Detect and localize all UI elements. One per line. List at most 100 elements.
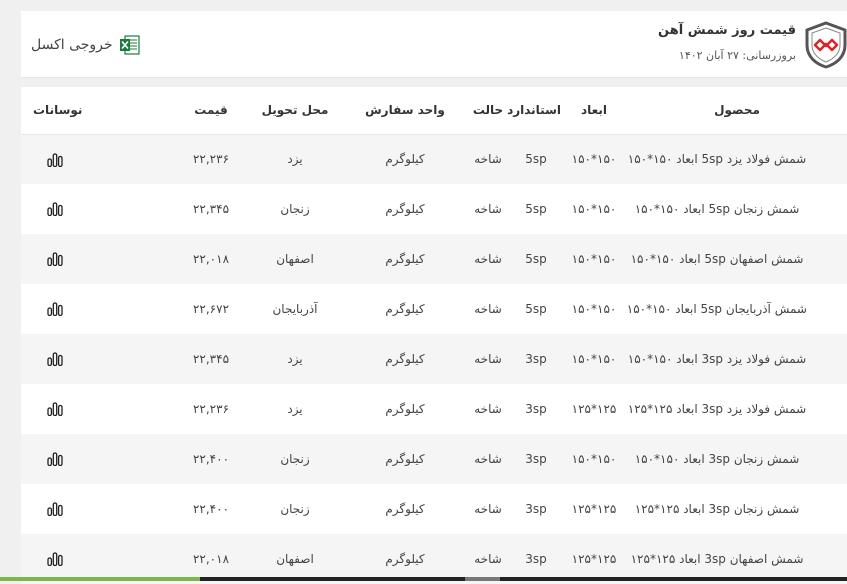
page: قیمت روز شمش آهن بروزرسانی: ۲۷ آبان ۱۴۰۲… xyxy=(0,0,847,584)
cell-state: شاخه xyxy=(465,134,511,184)
bar-chart-icon[interactable] xyxy=(47,352,63,367)
bar-chart-icon[interactable] xyxy=(47,202,63,217)
cell-product: شمش فولاد یزد 3sp ابعاد ۱۲۵*۱۲۵ xyxy=(627,384,847,434)
column-header-delivery[interactable]: محل تحویل xyxy=(245,87,345,135)
page-title: قیمت روز شمش آهن xyxy=(658,23,796,38)
table-header-row: محصول ابعاد استاندارد حالت واحد سفارش مح… xyxy=(21,87,847,135)
cell-dimensions: ۱۵۰*۱۵۰ xyxy=(561,134,627,184)
cell-price: ۲۲,۶۷۲ xyxy=(177,284,245,334)
cell-unit: کیلوگرم xyxy=(345,184,465,234)
cell-unit: کیلوگرم xyxy=(345,284,465,334)
cell-state: شاخه xyxy=(465,384,511,434)
table-row[interactable]: شمش آذربایجان 5sp ابعاد ۱۵۰*۱۵۰ ۱۵۰*۱۵۰ … xyxy=(21,284,847,334)
price-table: محصول ابعاد استاندارد حالت واحد سفارش مح… xyxy=(21,87,847,584)
cell-fluctuation[interactable] xyxy=(21,384,177,434)
cell-state: شاخه xyxy=(465,234,511,284)
cell-delivery: یزد xyxy=(245,134,345,184)
cell-standard: 3sp xyxy=(511,434,561,484)
column-header-unit[interactable]: واحد سفارش xyxy=(345,87,465,135)
column-header-state[interactable]: حالت xyxy=(465,87,511,135)
cell-price: ۲۲,۴۰۰ xyxy=(177,484,245,534)
bar-chart-icon[interactable] xyxy=(47,252,63,267)
cell-state: شاخه xyxy=(465,184,511,234)
cell-standard: 5sp xyxy=(511,284,561,334)
cell-fluctuation[interactable] xyxy=(21,284,177,334)
cell-product: شمش فولاد یزد 5sp ابعاد ۱۵۰*۱۵۰ xyxy=(627,134,847,184)
cell-standard: 3sp xyxy=(511,334,561,384)
cell-standard: 5sp xyxy=(511,234,561,284)
cell-product: شمش زنجان 5sp ابعاد ۱۵۰*۱۵۰ xyxy=(627,184,847,234)
cell-dimensions: ۱۵۰*۱۵۰ xyxy=(561,434,627,484)
cell-product: شمش زنجان 3sp ابعاد ۱۵۰*۱۵۰ xyxy=(627,434,847,484)
cell-dimensions: ۱۵۰*۱۵۰ xyxy=(561,184,627,234)
cell-fluctuation[interactable] xyxy=(21,234,177,284)
table-row[interactable]: شمش فولاد یزد 3sp ابعاد ۱۲۵*۱۲۵ ۱۲۵*۱۲۵ … xyxy=(21,384,847,434)
bar-chart-icon[interactable] xyxy=(47,502,63,517)
bar-chart-icon[interactable] xyxy=(47,552,63,567)
cell-product: شمش فولاد یزد 3sp ابعاد ۱۵۰*۱۵۰ xyxy=(627,334,847,384)
cell-price: ۲۲,۲۳۶ xyxy=(177,134,245,184)
table-row[interactable]: شمش زنجان 3sp ابعاد ۱۵۰*۱۵۰ ۱۵۰*۱۵۰ 3sp … xyxy=(21,434,847,484)
cell-fluctuation[interactable] xyxy=(21,334,177,384)
cell-price: ۲۲,۰۱۸ xyxy=(177,234,245,284)
cell-dimensions: ۱۲۵*۱۲۵ xyxy=(561,484,627,534)
cell-product: شمش اصفهان 5sp ابعاد ۱۵۰*۱۵۰ xyxy=(627,234,847,284)
page-header: قیمت روز شمش آهن بروزرسانی: ۲۷ آبان ۱۴۰۲… xyxy=(21,11,847,78)
excel-export-label: خروجی اکسل xyxy=(31,37,113,53)
cell-unit: کیلوگرم xyxy=(345,384,465,434)
cell-price: ۲۲,۳۴۵ xyxy=(177,184,245,234)
cell-standard: 3sp xyxy=(511,484,561,534)
cell-state: شاخه xyxy=(465,284,511,334)
excel-export-button[interactable]: خروجی اکسل xyxy=(31,34,141,56)
cell-unit: کیلوگرم xyxy=(345,484,465,534)
column-header-dimensions[interactable]: ابعاد xyxy=(561,87,627,135)
cell-delivery: زنجان xyxy=(245,184,345,234)
cell-unit: کیلوگرم xyxy=(345,434,465,484)
cell-price: ۲۲,۲۳۶ xyxy=(177,384,245,434)
cell-fluctuation[interactable] xyxy=(21,434,177,484)
table-row[interactable]: شمش زنجان 5sp ابعاد ۱۵۰*۱۵۰ ۱۵۰*۱۵۰ 5sp … xyxy=(21,184,847,234)
cell-delivery: اصفهان xyxy=(245,234,345,284)
cell-dimensions: ۱۵۰*۱۵۰ xyxy=(561,234,627,284)
cell-standard: 5sp xyxy=(511,184,561,234)
cell-price: ۲۲,۴۰۰ xyxy=(177,434,245,484)
excel-icon xyxy=(119,35,140,55)
cell-state: شاخه xyxy=(465,484,511,534)
cell-delivery: یزد xyxy=(245,334,345,384)
column-header-product[interactable]: محصول xyxy=(627,87,847,135)
update-date: بروزرسانی: ۲۷ آبان ۱۴۰۲ xyxy=(678,49,796,62)
table-row[interactable]: شمش فولاد یزد 5sp ابعاد ۱۵۰*۱۵۰ ۱۵۰*۱۵۰ … xyxy=(21,134,847,184)
column-header-price[interactable]: قیمت xyxy=(177,87,245,135)
cell-unit: کیلوگرم xyxy=(345,334,465,384)
cell-dimensions: ۱۵۰*۱۵۰ xyxy=(561,334,627,384)
cell-fluctuation[interactable] xyxy=(21,134,177,184)
cell-product: شمش زنجان 3sp ابعاد ۱۲۵*۱۲۵ xyxy=(627,484,847,534)
column-header-standard[interactable]: استاندارد xyxy=(507,87,561,135)
cell-standard: 3sp xyxy=(511,384,561,434)
cell-fluctuation[interactable] xyxy=(21,184,177,234)
cell-unit: کیلوگرم xyxy=(345,134,465,184)
cell-dimensions: ۱۲۵*۱۲۵ xyxy=(561,384,627,434)
cell-state: شاخه xyxy=(465,434,511,484)
bar-chart-icon[interactable] xyxy=(47,452,63,467)
table-row[interactable]: شمش اصفهان 5sp ابعاد ۱۵۰*۱۵۰ ۱۵۰*۱۵۰ 5sp… xyxy=(21,234,847,284)
cell-price: ۲۲,۳۴۵ xyxy=(177,334,245,384)
page-scroll-indicator xyxy=(0,577,847,581)
cell-unit: کیلوگرم xyxy=(345,234,465,284)
table-row[interactable]: شمش فولاد یزد 3sp ابعاد ۱۵۰*۱۵۰ ۱۵۰*۱۵۰ … xyxy=(21,334,847,384)
shield-logo-icon xyxy=(805,21,847,69)
cell-delivery: آذربایجان xyxy=(245,284,345,334)
bar-chart-icon[interactable] xyxy=(47,152,63,167)
cell-delivery: زنجان xyxy=(245,484,345,534)
cell-delivery: زنجان xyxy=(245,434,345,484)
bar-chart-icon[interactable] xyxy=(47,302,63,317)
table-row[interactable]: شمش زنجان 3sp ابعاد ۱۲۵*۱۲۵ ۱۲۵*۱۲۵ 3sp … xyxy=(21,484,847,534)
cell-delivery: یزد xyxy=(245,384,345,434)
column-header-fluctuation[interactable]: نوسانات xyxy=(21,87,177,135)
cell-dimensions: ۱۵۰*۱۵۰ xyxy=(561,284,627,334)
cell-standard: 5sp xyxy=(511,134,561,184)
cell-fluctuation[interactable] xyxy=(21,484,177,534)
cell-state: شاخه xyxy=(465,334,511,384)
cell-product: شمش آذربایجان 5sp ابعاد ۱۵۰*۱۵۰ xyxy=(627,284,847,334)
bar-chart-icon[interactable] xyxy=(47,402,63,417)
